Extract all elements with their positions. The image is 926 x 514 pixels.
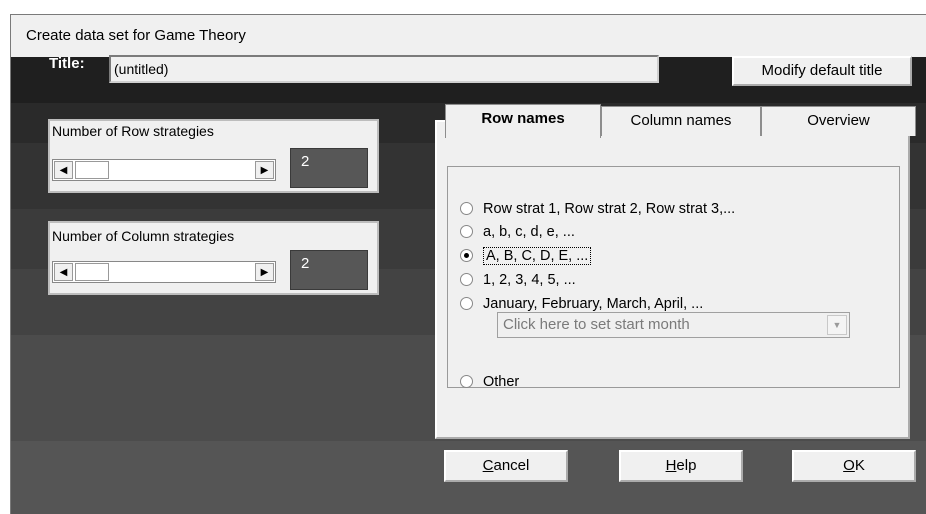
title-input[interactable]: (untitled) — [109, 55, 659, 83]
radio-label: Row strat 1, Row strat 2, Row strat 3,..… — [483, 201, 736, 217]
radio-other[interactable]: Other — [460, 372, 519, 392]
tab-column-names[interactable]: Column names — [601, 106, 761, 136]
radio-circle-icon — [460, 272, 473, 286]
column-strategies-value: 2 — [290, 250, 368, 290]
scroll-thumb[interactable] — [75, 161, 109, 179]
radio-row-strat[interactable]: Row strat 1, Row strat 2, Row strat 3,..… — [460, 199, 735, 219]
row-strategies-scrollbar[interactable]: ◀ ▶ — [52, 159, 276, 181]
radio-circle-icon — [460, 224, 473, 238]
column-strategies-box: Number of Column strategies ◀ ▶ 2 — [48, 221, 379, 295]
scroll-thumb[interactable] — [75, 263, 109, 281]
row-strategies-value: 2 — [290, 148, 368, 188]
radio-label: January, February, March, April, ... — [483, 296, 704, 312]
left-arrow-icon[interactable]: ◀ — [54, 263, 73, 281]
row-strategies-box: Number of Row strategies ◀ ▶ 2 — [48, 119, 379, 193]
cancel-button[interactable]: Cancel — [444, 450, 568, 482]
tab-row-names[interactable]: Row names — [445, 104, 601, 138]
radio-months[interactable]: January, February, March, April, ... — [460, 294, 703, 314]
help-button[interactable]: Help — [619, 450, 743, 482]
start-month-combo[interactable]: Click here to set start month ▼ — [497, 312, 850, 338]
combo-value: Click here to set start month — [503, 316, 690, 333]
radio-circle-icon — [460, 296, 473, 310]
radio-selected-icon — [460, 248, 473, 262]
tab-overview[interactable]: Overview — [761, 106, 916, 136]
radio-label: 1, 2, 3, 4, 5, ... — [483, 272, 576, 288]
radio-label: a, b, c, d, e, ... — [483, 224, 575, 240]
radio-uppercase-letters[interactable]: A, B, C, D, E, ... — [460, 246, 592, 266]
radio-label: A, B, C, D, E, ... — [483, 247, 592, 265]
window-title: Create data set for Game Theory — [26, 27, 246, 44]
left-arrow-icon[interactable]: ◀ — [54, 161, 73, 179]
radio-label: Other — [483, 374, 520, 390]
radio-circle-icon — [460, 201, 473, 215]
radio-circle-icon — [460, 374, 473, 388]
modify-default-title-button[interactable]: Modify default title — [732, 56, 912, 86]
title-label: Title: — [49, 55, 85, 72]
row-strategies-label: Number of Row strategies — [52, 123, 214, 139]
title-bar: Create data set for Game Theory — [11, 15, 926, 57]
radio-lowercase-letters[interactable]: a, b, c, d, e, ... — [460, 222, 575, 242]
radio-numbers[interactable]: 1, 2, 3, 4, 5, ... — [460, 270, 576, 290]
column-strategies-label: Number of Column strategies — [52, 228, 235, 244]
right-arrow-icon[interactable]: ▶ — [255, 161, 274, 179]
right-arrow-icon[interactable]: ▶ — [255, 263, 274, 281]
column-strategies-scrollbar[interactable]: ◀ ▶ — [52, 261, 276, 283]
chevron-down-icon[interactable]: ▼ — [827, 315, 847, 335]
ok-button[interactable]: OK — [792, 450, 916, 482]
